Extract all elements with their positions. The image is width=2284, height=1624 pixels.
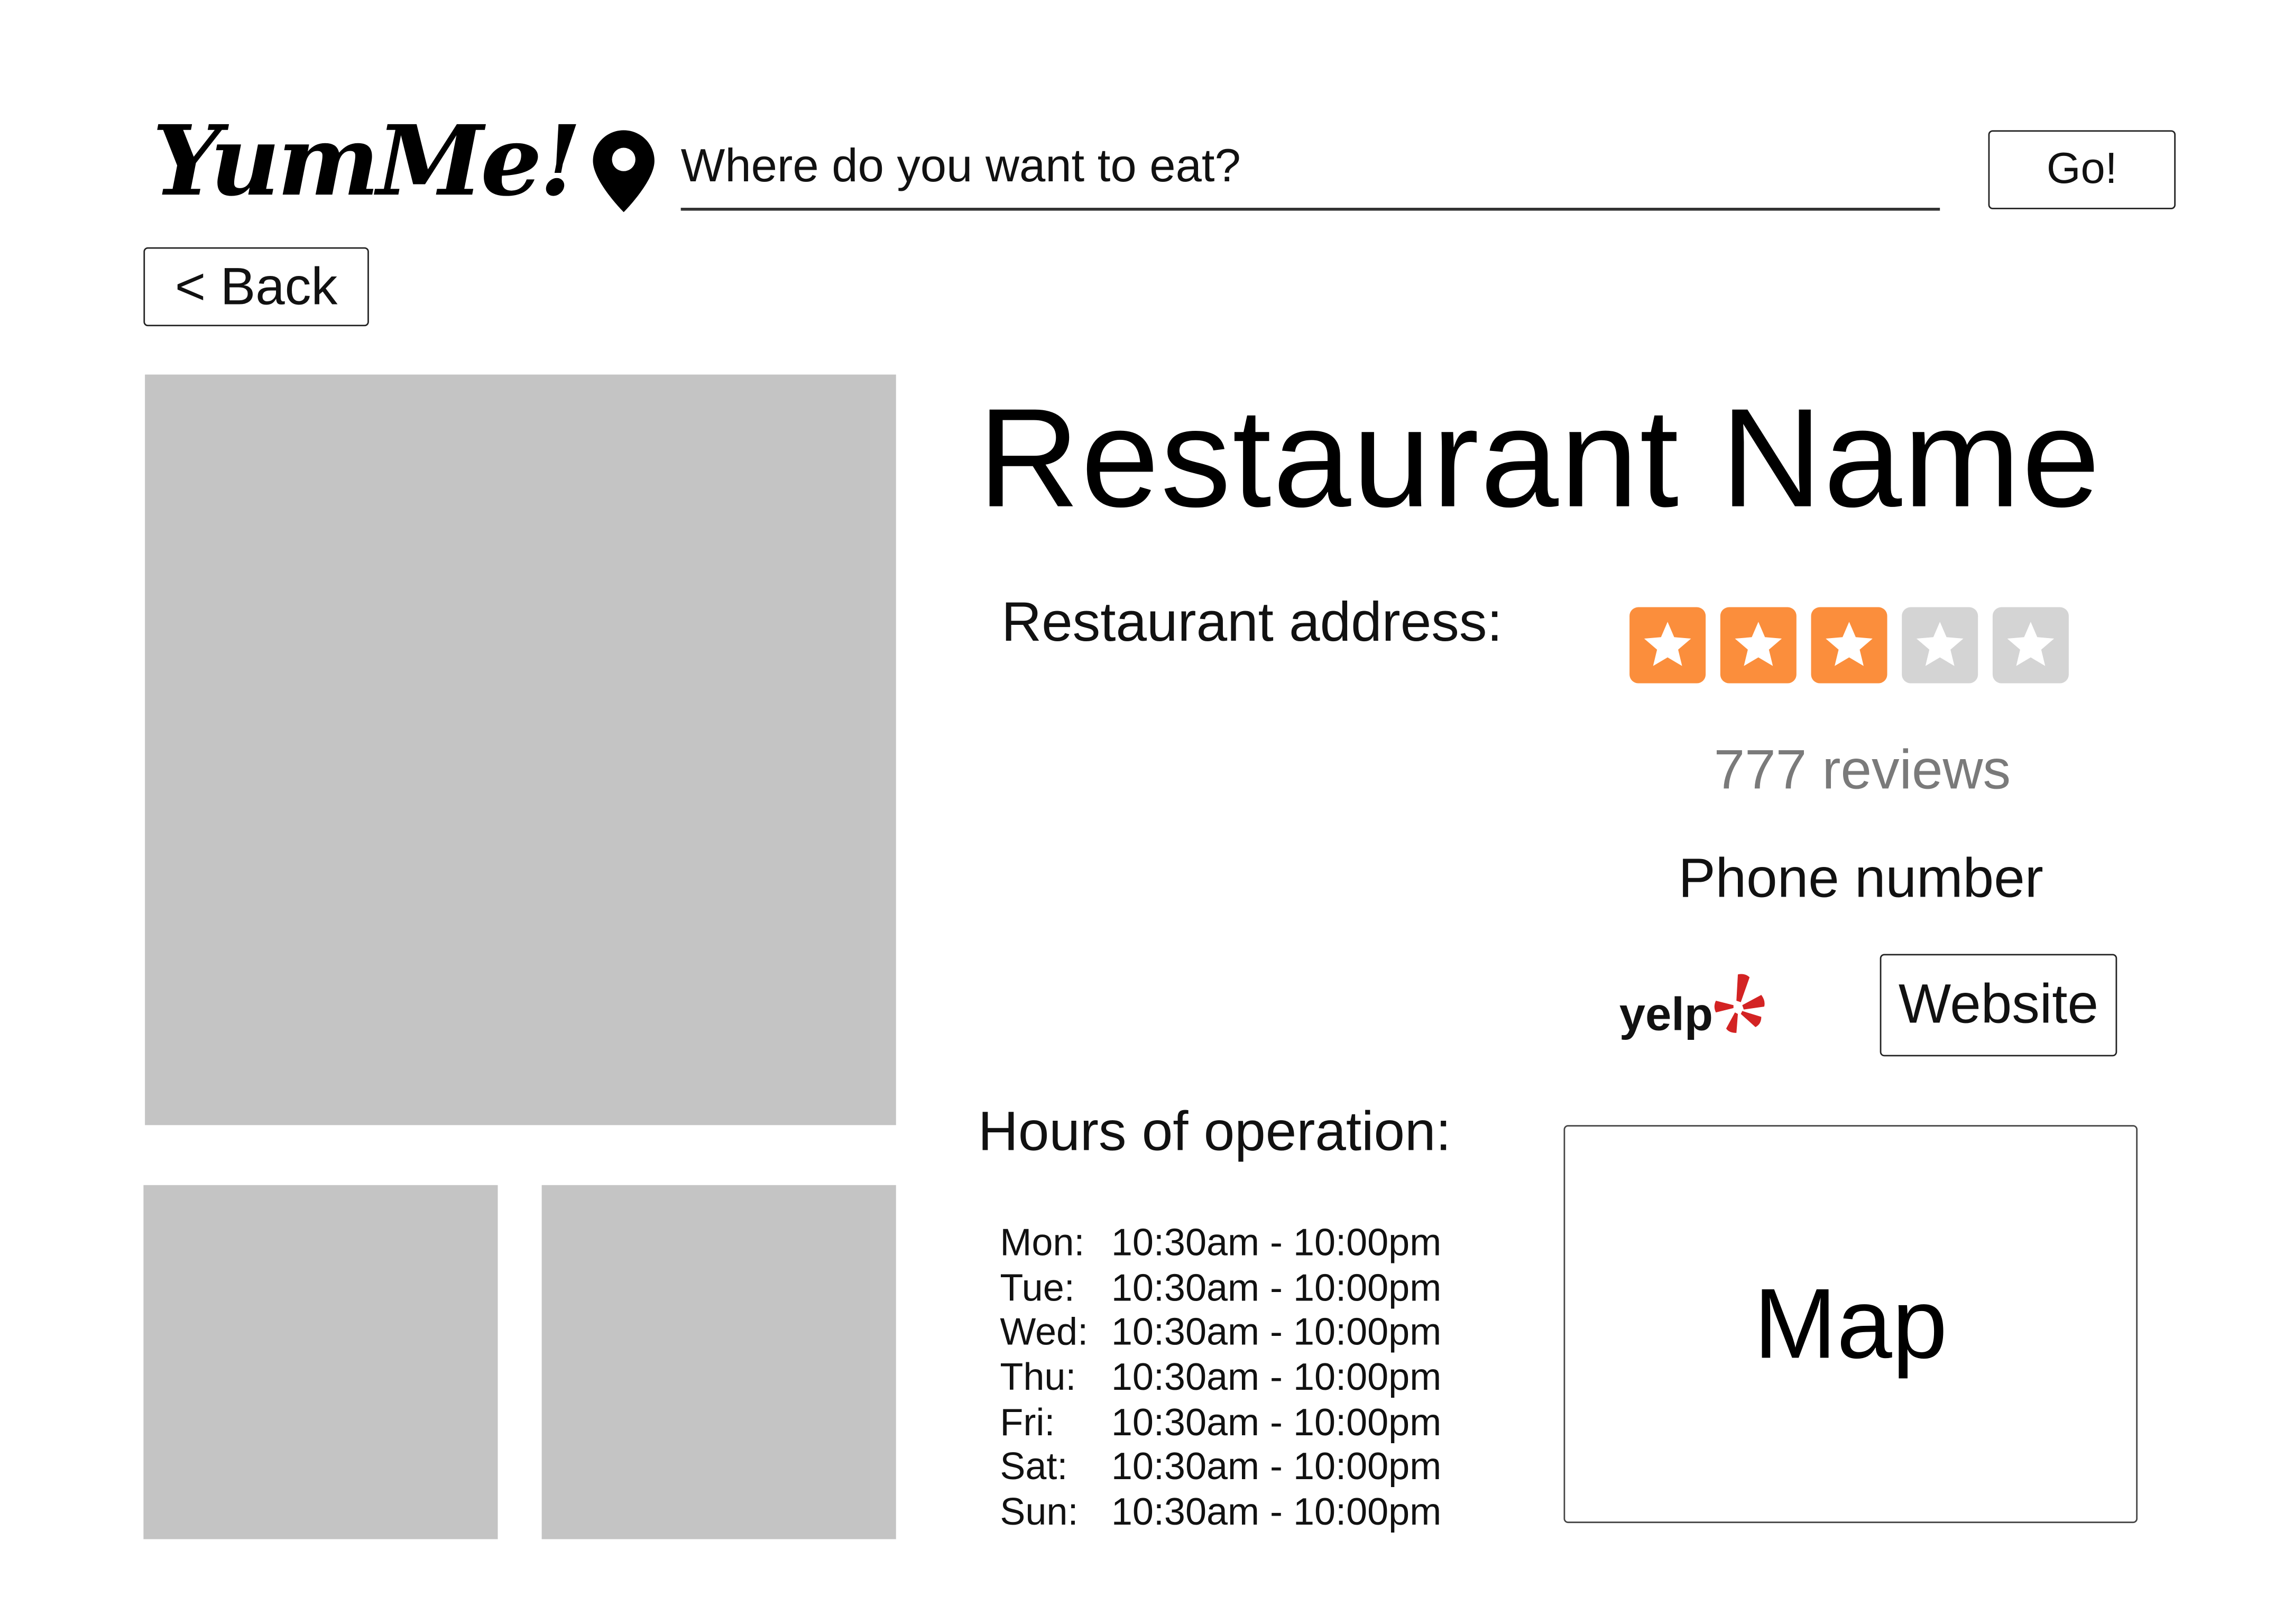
star-filled-icon [1629, 607, 1706, 684]
go-button[interactable]: Go! [1988, 130, 2176, 209]
website-button[interactable]: Website [1880, 954, 2117, 1057]
hours-time: 10:30am - 10:00pm [1111, 1309, 1442, 1354]
restaurant-name: Restaurant Name [978, 380, 2102, 537]
location-pin-icon [593, 130, 655, 213]
page-stage: YumMe! Go! < Back Restaurant Name Restau… [0, 0, 2284, 1624]
back-button[interactable]: < Back [143, 247, 369, 327]
hours-day: Wed: [1000, 1309, 1089, 1354]
address-label: Restaurant address: [1001, 592, 1503, 654]
hours-time: 10:30am - 10:00pm [1111, 1489, 1442, 1534]
hours-label: Hours of operation: [978, 1102, 1451, 1164]
hours-day: Sat: [1000, 1444, 1068, 1489]
hours-row-sun: Sun: 10:30am - 10:00pm [1000, 1489, 1442, 1535]
hours-time: 10:30am - 10:00pm [1111, 1220, 1442, 1264]
photo-thumbnail[interactable] [541, 1185, 896, 1539]
star-filled-icon [1811, 607, 1887, 684]
hours-day: Tue: [1000, 1265, 1075, 1309]
star-rating [1629, 607, 2069, 684]
yelp-burst-icon [1714, 974, 1765, 1033]
hours-row-sat: Sat: 10:30am - 10:00pm [1000, 1444, 1442, 1490]
star-filled-icon [1720, 607, 1797, 684]
yelp-wordmark: yelp [1619, 988, 1713, 1040]
hours-day: Thu: [1000, 1354, 1076, 1399]
star-empty-icon [1902, 607, 1978, 684]
map[interactable]: Map [1563, 1125, 2138, 1524]
hours-row-thu: Thu: 10:30am - 10:00pm [1000, 1355, 1441, 1400]
hours-time: 10:30am - 10:00pm [1111, 1354, 1442, 1399]
app-logo[interactable]: YumMe! [152, 103, 582, 219]
hours-list: Mon: 10:30am - 10:00pm Tue: 10:30am - 10… [1000, 1220, 1441, 1535]
hours-time: 10:30am - 10:00pm [1111, 1444, 1442, 1489]
phone-number[interactable]: Phone number [1625, 848, 2097, 911]
hours-day: Sun: [1000, 1489, 1079, 1534]
photo-thumbnail[interactable] [143, 1185, 498, 1539]
hours-row-tue: Tue: 10:30am - 10:00pm [1000, 1265, 1441, 1310]
hours-time: 10:30am - 10:00pm [1111, 1265, 1442, 1309]
hours-day: Fri: [1000, 1399, 1055, 1444]
star-empty-icon [1992, 607, 2069, 684]
hours-time: 10:30am - 10:00pm [1111, 1399, 1442, 1444]
hours-row-wed: Wed: 10:30am - 10:00pm [1000, 1310, 1441, 1355]
restaurant-detail-page: YumMe! Go! < Back Restaurant Name Restau… [0, 0, 2284, 1624]
search-input[interactable] [680, 123, 1940, 211]
hours-row-fri: Fri: 10:30am - 10:00pm [1000, 1399, 1442, 1445]
hours-day: Mon: [1000, 1220, 1085, 1264]
main-photo[interactable] [145, 374, 896, 1125]
hours-row-mon: Mon: 10:30am - 10:00pm [1000, 1220, 1441, 1265]
yelp-logo[interactable]: yelp [1616, 968, 1778, 1045]
review-count[interactable]: 777 reviews [1669, 740, 2056, 803]
